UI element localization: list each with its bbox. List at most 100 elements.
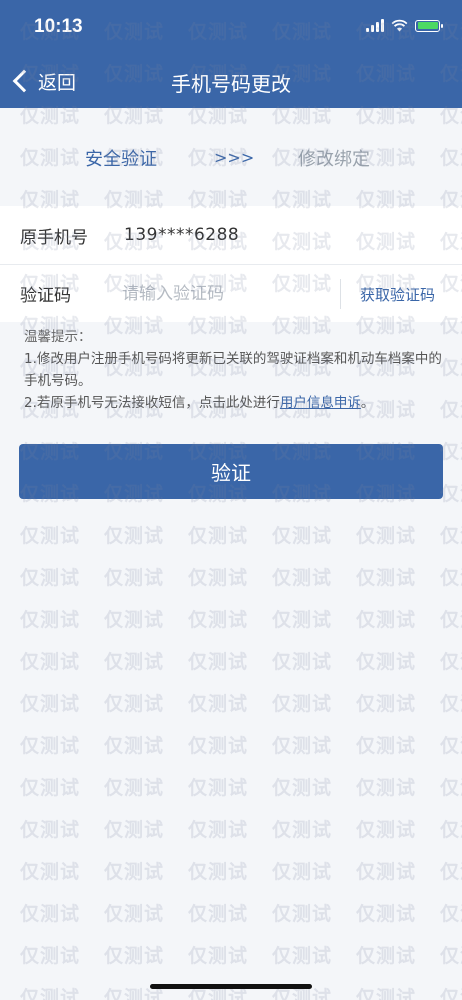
watermark-text: 仅测试 bbox=[440, 651, 462, 673]
watermark-text: 仅测试 bbox=[272, 903, 333, 925]
watermark-row: 仅测试 仅测试 仅测试 仅测试 仅测试 仅测试 bbox=[20, 563, 462, 590]
watermark-text: 仅测试 bbox=[20, 945, 81, 967]
signal-icon bbox=[366, 19, 384, 32]
watermark-text: 仅测试 bbox=[272, 651, 333, 673]
watermark-text: 仅测试 bbox=[356, 945, 417, 967]
user-info-appeal-link[interactable]: 用户信息申诉 bbox=[280, 395, 361, 411]
watermark-text: 仅测试 bbox=[356, 525, 417, 547]
tip-line-2-suffix: 。 bbox=[360, 395, 375, 411]
watermark-text: 仅测试 bbox=[20, 777, 81, 799]
watermark-text: 仅测试 bbox=[104, 567, 165, 589]
watermark-text: 仅测试 bbox=[356, 903, 417, 925]
watermark-text: 仅测试 bbox=[440, 987, 462, 1000]
verify-form: 原手机号 139****6288 验证码 获取验证码 bbox=[0, 206, 462, 322]
watermark-row: 仅测试 仅测试 仅测试 仅测试 仅测试 仅测试 bbox=[20, 815, 462, 842]
watermark-text: 仅测试 bbox=[188, 903, 249, 925]
watermark-text: 仅测试 bbox=[356, 987, 417, 1000]
status-time: 10:13 bbox=[34, 16, 83, 37]
watermark-text: 仅测试 bbox=[104, 945, 165, 967]
status-icons bbox=[366, 19, 443, 32]
watermark-row: 仅测试 仅测试 仅测试 仅测试 仅测试 仅测试 bbox=[20, 521, 462, 548]
watermark-text: 仅测试 bbox=[356, 819, 417, 841]
divider bbox=[340, 279, 341, 309]
watermark-text: 仅测试 bbox=[440, 693, 462, 715]
watermark-text: 仅测试 bbox=[188, 735, 249, 757]
watermark-text: 仅测试 bbox=[104, 735, 165, 757]
phone-row: 原手机号 139****6288 bbox=[0, 206, 462, 264]
watermark-text: 仅测试 bbox=[188, 525, 249, 547]
step-modify-binding: 修改绑定 bbox=[298, 149, 370, 170]
tip-line-2: 2.若原手机号无法接收短信，点击此处进行用户信息申诉。 bbox=[24, 392, 444, 414]
watermark-text: 仅测试 bbox=[104, 903, 165, 925]
watermark-text: 仅测试 bbox=[272, 861, 333, 883]
watermark-text: 仅测试 bbox=[20, 609, 81, 631]
watermark-text: 仅测试 bbox=[104, 651, 165, 673]
watermark-text: 仅测试 bbox=[104, 777, 165, 799]
watermark-text: 仅测试 bbox=[188, 651, 249, 673]
phone-value: 139****6288 bbox=[124, 225, 240, 245]
watermark-text: 仅测试 bbox=[440, 735, 462, 757]
watermark-text: 仅测试 bbox=[20, 525, 81, 547]
code-label: 验证码 bbox=[20, 286, 71, 306]
watermark-text: 仅测试 bbox=[272, 735, 333, 757]
step-arrow: >>> bbox=[214, 148, 255, 167]
watermark-text: 仅测试 bbox=[440, 567, 462, 589]
page-title: 手机号码更改 bbox=[171, 72, 291, 96]
watermark-text: 仅测试 bbox=[20, 861, 81, 883]
watermark-text: 仅测试 bbox=[104, 861, 165, 883]
watermark-text: 仅测试 bbox=[440, 819, 462, 841]
watermark-text: 仅测试 bbox=[356, 693, 417, 715]
watermark-text: 仅测试 bbox=[20, 903, 81, 925]
watermark-text: 仅测试 bbox=[272, 525, 333, 547]
watermark-text: 仅测试 bbox=[20, 693, 81, 715]
watermark-text: 仅测试 bbox=[440, 777, 462, 799]
watermark-text: 仅测试 bbox=[440, 945, 462, 967]
status-bar: 10:13 bbox=[0, 0, 462, 56]
watermark-text: 仅测试 bbox=[188, 861, 249, 883]
watermark-row: 仅测试 仅测试 仅测试 仅测试 仅测试 仅测试 bbox=[20, 731, 462, 758]
watermark-text: 仅测试 bbox=[272, 819, 333, 841]
watermark-text: 仅测试 bbox=[440, 609, 462, 631]
watermark-text: 仅测试 bbox=[440, 441, 462, 463]
watermark-row: 仅测试 仅测试 仅测试 仅测试 仅测试 仅测试 bbox=[20, 689, 462, 716]
watermark-row: 仅测试 仅测试 仅测试 仅测试 仅测试 仅测试 bbox=[20, 941, 462, 968]
watermark-text: 仅测试 bbox=[356, 861, 417, 883]
tips-title: 温馨提示： bbox=[24, 329, 92, 345]
tip-line-2-prefix: 2.若原手机号无法接收短信，点击此处进行 bbox=[24, 395, 280, 411]
watermark-text: 仅测试 bbox=[188, 609, 249, 631]
watermark-text: 仅测试 bbox=[440, 483, 462, 505]
watermark-text: 仅测试 bbox=[356, 777, 417, 799]
watermark-text: 仅测试 bbox=[356, 567, 417, 589]
watermark-text: 仅测试 bbox=[20, 819, 81, 841]
watermark-text: 仅测试 bbox=[188, 567, 249, 589]
watermark-text: 仅测试 bbox=[188, 693, 249, 715]
watermark-text: 仅测试 bbox=[272, 945, 333, 967]
watermark-text: 仅测试 bbox=[356, 651, 417, 673]
step-indicator: 安全验证 >>> 修改绑定 bbox=[0, 108, 462, 206]
code-input[interactable] bbox=[122, 279, 332, 309]
watermark-text: 仅测试 bbox=[272, 693, 333, 715]
watermark-text: 仅测试 bbox=[440, 525, 462, 547]
watermark-text: 仅测试 bbox=[272, 609, 333, 631]
nav-bar: 返回 手机号码更改 bbox=[0, 56, 462, 108]
get-code-button[interactable]: 获取验证码 bbox=[360, 284, 435, 305]
watermark-text: 仅测试 bbox=[20, 735, 81, 757]
wifi-icon bbox=[391, 19, 408, 32]
verify-button[interactable]: 验证 bbox=[19, 444, 443, 499]
watermark-text: 仅测试 bbox=[356, 735, 417, 757]
watermark-text: 仅测试 bbox=[104, 693, 165, 715]
watermark-row: 仅测试 仅测试 仅测试 仅测试 仅测试 仅测试 bbox=[20, 899, 462, 926]
watermark-text: 仅测试 bbox=[20, 987, 81, 1000]
watermark-row: 仅测试 仅测试 仅测试 仅测试 仅测试 仅测试 bbox=[20, 647, 462, 674]
watermark-row: 仅测试 仅测试 仅测试 仅测试 仅测试 仅测试 bbox=[20, 773, 462, 800]
step-security-verify: 安全验证 bbox=[85, 149, 157, 170]
watermark-text: 仅测试 bbox=[104, 525, 165, 547]
watermark-text: 仅测试 bbox=[104, 609, 165, 631]
watermark-text: 仅测试 bbox=[188, 819, 249, 841]
top-bar: 10:13 返回 手机号码更改 bbox=[0, 0, 462, 108]
watermark-text: 仅测试 bbox=[20, 567, 81, 589]
watermark-text: 仅测试 bbox=[20, 651, 81, 673]
watermark-text: 仅测试 bbox=[440, 903, 462, 925]
watermark-text: 仅测试 bbox=[356, 609, 417, 631]
watermark-text: 仅测试 bbox=[188, 945, 249, 967]
